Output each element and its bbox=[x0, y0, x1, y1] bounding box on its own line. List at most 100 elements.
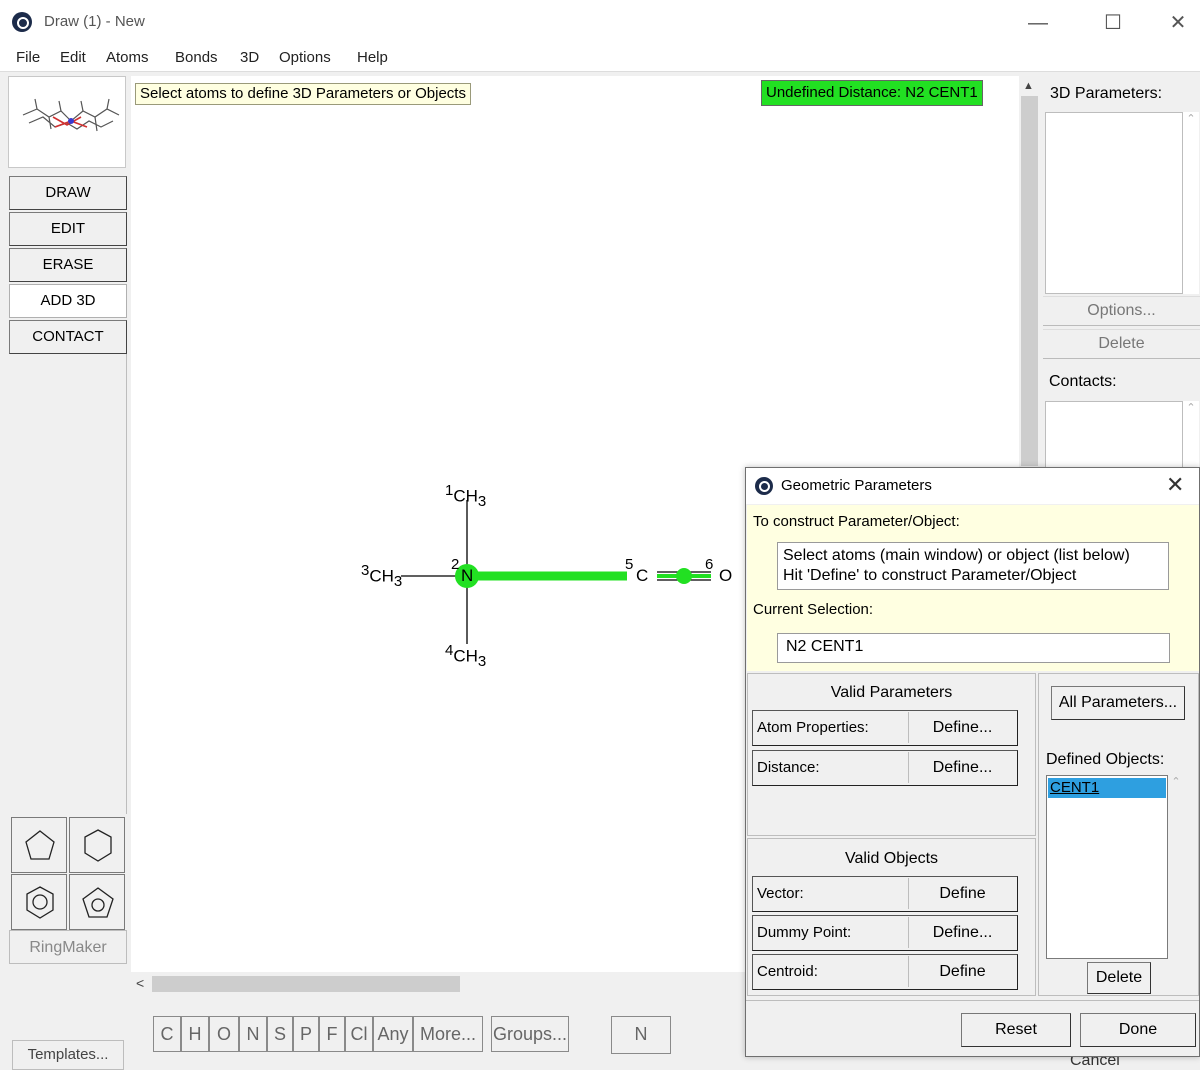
delete-parameter-button[interactable]: Delete bbox=[1043, 329, 1200, 359]
done-button[interactable]: Done bbox=[1080, 1013, 1196, 1047]
dialog-title-bar[interactable]: Geometric Parameters ✕ bbox=[746, 468, 1199, 504]
geometric-parameters-dialog: Geometric Parameters ✕ To construct Para… bbox=[745, 467, 1200, 1057]
centroid-label: Centroid: bbox=[757, 963, 818, 980]
atom-1-label[interactable]: 1CH3 bbox=[445, 482, 486, 510]
element-n-button[interactable]: N bbox=[239, 1016, 267, 1052]
defined-objects-list[interactable]: CENT1 bbox=[1046, 775, 1168, 959]
vector-label: Vector: bbox=[757, 885, 804, 902]
dialog-app-icon bbox=[755, 477, 773, 495]
instruction-tooltip: Select atoms to define 3D Parameters or … bbox=[135, 83, 471, 105]
cyclopentadienyl-ring-button[interactable] bbox=[69, 874, 125, 930]
scroll-left-icon[interactable]: < bbox=[136, 975, 144, 991]
atom-3-label[interactable]: 3CH3 bbox=[361, 562, 402, 590]
templates-button[interactable]: Templates... bbox=[12, 1040, 124, 1070]
groups-button[interactable]: Groups... bbox=[491, 1016, 569, 1052]
mode-erase-button[interactable]: ERASE bbox=[9, 248, 127, 282]
element-o-button[interactable]: O bbox=[209, 1016, 239, 1052]
menu-file[interactable]: File bbox=[16, 49, 40, 66]
menu-atoms[interactable]: Atoms bbox=[106, 49, 149, 66]
current-selection-label: Current Selection: bbox=[753, 601, 874, 618]
ringmaker-button[interactable]: RingMaker bbox=[9, 930, 127, 964]
3d-parameters-list[interactable] bbox=[1045, 112, 1183, 294]
atom-3-symbol: CH bbox=[369, 566, 394, 586]
window-title: Draw (1) - New bbox=[44, 13, 145, 30]
element-p-button[interactable]: P bbox=[293, 1016, 319, 1052]
defined-objects-scrollbar[interactable]: ⌃ bbox=[1168, 775, 1184, 959]
centroid-row: Centroid: Define bbox=[752, 954, 1018, 990]
instruction-line-1: Select atoms (main window) or object (li… bbox=[783, 547, 1130, 564]
status-badge: Undefined Distance: N2 CENT1 bbox=[761, 80, 983, 106]
menu-3d[interactable]: 3D bbox=[240, 49, 259, 66]
mode-edit-button[interactable]: EDIT bbox=[9, 212, 127, 246]
3d-parameters-scrollbar[interactable]: ⌃ bbox=[1183, 112, 1199, 294]
structure-thumbnail[interactable] bbox=[8, 76, 126, 168]
current-selection-field[interactable]: N2 CENT1 bbox=[777, 633, 1170, 663]
atom-4-symbol: CH bbox=[453, 646, 478, 666]
list-item-cent1[interactable]: CENT1 bbox=[1048, 778, 1166, 798]
atom-4-label[interactable]: 4CH3 bbox=[445, 642, 486, 670]
atom-1-symbol: CH bbox=[453, 486, 478, 506]
menu-bonds[interactable]: Bonds bbox=[175, 49, 218, 66]
distance-row: Distance: Define... bbox=[752, 750, 1018, 786]
aromatic-pentagon-icon bbox=[82, 887, 114, 918]
hexagon-ring-button[interactable] bbox=[69, 817, 125, 873]
define-distance-button[interactable]: Define... bbox=[908, 752, 1016, 783]
3d-parameters-label: 3D Parameters: bbox=[1050, 85, 1163, 102]
options-button[interactable]: Options... bbox=[1043, 296, 1200, 326]
element-any-button[interactable]: Any bbox=[373, 1016, 413, 1052]
chevron-up-icon: ⌃ bbox=[1186, 402, 1196, 414]
app-icon bbox=[12, 12, 32, 32]
mode-contact-button[interactable]: CONTACT bbox=[9, 320, 127, 354]
atom-2-symbol[interactable]: N bbox=[461, 566, 473, 586]
minimize-button[interactable]: — bbox=[1018, 8, 1058, 38]
all-parameters-button[interactable]: All Parameters... bbox=[1051, 686, 1185, 720]
dialog-close-icon[interactable]: ✕ bbox=[1166, 472, 1184, 498]
atom-5-symbol[interactable]: C bbox=[636, 566, 648, 586]
define-atom-properties-button[interactable]: Define... bbox=[908, 712, 1016, 743]
valid-objects-heading: Valid Objects bbox=[844, 850, 939, 867]
element-f-button[interactable]: F bbox=[319, 1016, 345, 1052]
delete-object-button[interactable]: Delete bbox=[1087, 962, 1151, 994]
element-more-button[interactable]: More... bbox=[413, 1016, 483, 1052]
horizontal-scroll-thumb[interactable] bbox=[152, 976, 460, 992]
pentagon-icon bbox=[25, 830, 55, 860]
vertical-scroll-thumb[interactable] bbox=[1021, 96, 1038, 466]
mode-draw-button[interactable]: DRAW bbox=[9, 176, 127, 210]
scroll-up-icon[interactable]: ▲ bbox=[1023, 80, 1034, 92]
contacts-list[interactable] bbox=[1045, 401, 1183, 471]
element-c-button[interactable]: C bbox=[153, 1016, 181, 1052]
define-centroid-button[interactable]: Define bbox=[908, 956, 1016, 987]
construct-label: To construct Parameter/Object: bbox=[753, 513, 960, 530]
menu-help[interactable]: Help bbox=[357, 49, 388, 66]
current-element-display[interactable]: N bbox=[611, 1016, 671, 1054]
vector-row: Vector: Define bbox=[752, 876, 1018, 912]
dialog-title: Geometric Parameters bbox=[781, 477, 932, 494]
define-vector-button[interactable]: Define bbox=[908, 878, 1016, 909]
atom-6-number: 6 bbox=[705, 556, 714, 573]
define-dummy-point-button[interactable]: Define... bbox=[908, 917, 1016, 948]
instruction-line-2: Hit 'Define' to construct Parameter/Obje… bbox=[783, 567, 1077, 584]
centroid-cent1-marker bbox=[676, 568, 692, 584]
atom-6-symbol[interactable]: O bbox=[719, 566, 732, 586]
defined-objects-label: Defined Objects: bbox=[1046, 751, 1165, 768]
maximize-button[interactable]: ☐ bbox=[1093, 8, 1133, 38]
contacts-label: Contacts: bbox=[1049, 373, 1117, 390]
menu-edit[interactable]: Edit bbox=[60, 49, 86, 66]
element-h-button[interactable]: H bbox=[181, 1016, 209, 1052]
mode-add3d-button[interactable]: ADD 3D bbox=[9, 284, 127, 318]
contacts-scrollbar[interactable]: ⌃ bbox=[1183, 401, 1199, 471]
menu-options[interactable]: Options bbox=[279, 49, 331, 66]
valid-parameters-heading: Valid Parameters bbox=[830, 684, 953, 701]
chevron-up-icon: ⌃ bbox=[1171, 776, 1181, 788]
element-s-button[interactable]: S bbox=[267, 1016, 293, 1052]
distance-label: Distance: bbox=[757, 759, 820, 776]
close-button[interactable]: ✕ bbox=[1158, 8, 1198, 38]
pentagon-ring-button[interactable] bbox=[11, 817, 67, 873]
benzene-ring-button[interactable] bbox=[11, 874, 67, 930]
benzene-icon bbox=[26, 886, 54, 919]
title-bar: Draw (1) - New — ☐ ✕ bbox=[0, 0, 1200, 46]
element-cl-button[interactable]: Cl bbox=[345, 1016, 373, 1052]
reset-button[interactable]: Reset bbox=[961, 1013, 1071, 1047]
atom-4-subscript: 3 bbox=[477, 653, 487, 671]
atom-3-subscript: 3 bbox=[393, 573, 403, 591]
